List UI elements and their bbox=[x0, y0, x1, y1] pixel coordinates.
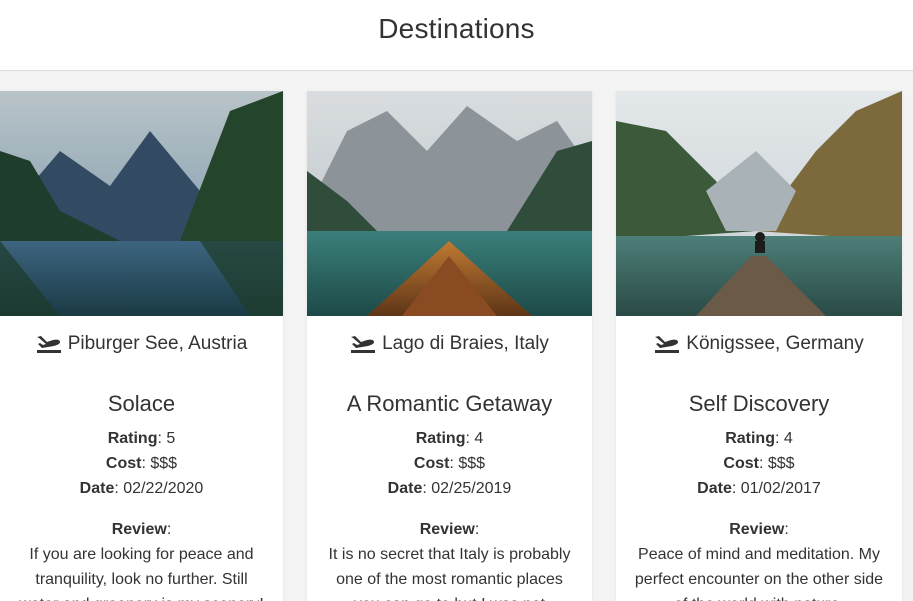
destination-photo bbox=[307, 91, 592, 316]
location-text: Piburger See, Austria bbox=[67, 333, 248, 354]
cost-label: Cost bbox=[413, 455, 450, 472]
destination-location: Lago di Braies, Italy bbox=[307, 333, 592, 355]
review-text: If you are looking for peace and tranqui… bbox=[19, 546, 264, 601]
date-line: Date: 02/22/2020 bbox=[0, 476, 283, 501]
location-text: Königssee, Germany bbox=[686, 333, 864, 354]
card-title: A Romantic Getaway bbox=[346, 391, 553, 416]
date-value: : 02/25/2019 bbox=[422, 480, 512, 497]
plane-landing-icon bbox=[36, 334, 62, 354]
review-colon: : bbox=[166, 521, 172, 538]
rating-label: Rating bbox=[725, 430, 775, 447]
page-header: Destinations bbox=[0, 0, 913, 71]
date-label: Date bbox=[79, 480, 115, 497]
plane-landing-icon bbox=[654, 334, 680, 354]
destination-photo bbox=[616, 91, 902, 316]
rating-label: Rating bbox=[415, 430, 466, 447]
rating-line: Rating: 4 bbox=[307, 426, 592, 451]
date-value: : 02/22/2020 bbox=[114, 480, 204, 497]
destination-card: Piburger See, Austria Solace Rating: 5 C… bbox=[0, 91, 283, 601]
rating-label: Rating bbox=[107, 430, 158, 447]
review-heading: Review: bbox=[616, 517, 902, 542]
cost-label: Cost bbox=[105, 455, 142, 472]
destination-card: Lago di Braies, Italy A Romantic Getaway… bbox=[307, 91, 592, 601]
card-title: Solace bbox=[107, 391, 176, 416]
rating-value: : 4 bbox=[774, 430, 793, 447]
review-text: It is no secret that Italy is probably o… bbox=[328, 546, 571, 601]
location-text: Lago di Braies, Italy bbox=[382, 333, 549, 354]
cost-value: : $$$ bbox=[758, 455, 795, 472]
cost-value: : $$$ bbox=[449, 455, 486, 472]
card-facts: Rating: 4 Cost: $$$ Date: 02/25/2019 bbox=[307, 426, 592, 501]
date-line: Date: 01/02/2017 bbox=[616, 476, 902, 501]
cost-value: : $$$ bbox=[141, 455, 178, 472]
rating-line: Rating: 4 bbox=[616, 426, 902, 451]
card-facts: Rating: 4 Cost: $$$ Date: 01/02/2017 bbox=[616, 426, 902, 501]
destinations-grid: Piburger See, Austria Solace Rating: 5 C… bbox=[0, 71, 913, 601]
review-label: Review bbox=[419, 521, 475, 538]
cost-label: Cost bbox=[723, 455, 759, 472]
destination-card: Königssee, Germany Self Discovery Rating… bbox=[616, 91, 902, 601]
review-heading: Review: bbox=[307, 517, 592, 542]
cost-line: Cost: $$$ bbox=[616, 451, 902, 476]
rating-value: : 4 bbox=[465, 430, 484, 447]
review-heading: Review: bbox=[0, 517, 283, 542]
rating-value: : 5 bbox=[157, 430, 176, 447]
date-value: : 01/02/2017 bbox=[731, 480, 821, 497]
destination-location: Königssee, Germany bbox=[616, 333, 902, 355]
review-colon: : bbox=[784, 521, 789, 538]
date-label: Date bbox=[387, 480, 423, 497]
rating-line: Rating: 5 bbox=[0, 426, 283, 451]
date-label: Date bbox=[697, 480, 732, 497]
card-facts: Rating: 5 Cost: $$$ Date: 02/22/2020 bbox=[0, 426, 283, 501]
plane-landing-icon bbox=[350, 334, 376, 354]
page-title: Destinations bbox=[378, 13, 535, 44]
review-label: Review bbox=[729, 521, 785, 538]
cost-line: Cost: $$$ bbox=[307, 451, 592, 476]
date-line: Date: 02/25/2019 bbox=[307, 476, 592, 501]
destination-photo bbox=[0, 91, 283, 316]
review-text: Peace of mind and meditation. My perfect… bbox=[634, 546, 884, 601]
cost-line: Cost: $$$ bbox=[0, 451, 283, 476]
review-colon: : bbox=[474, 521, 480, 538]
card-title: Self Discovery bbox=[688, 391, 830, 416]
destination-location: Piburger See, Austria bbox=[0, 333, 283, 355]
review-label: Review bbox=[111, 521, 167, 538]
